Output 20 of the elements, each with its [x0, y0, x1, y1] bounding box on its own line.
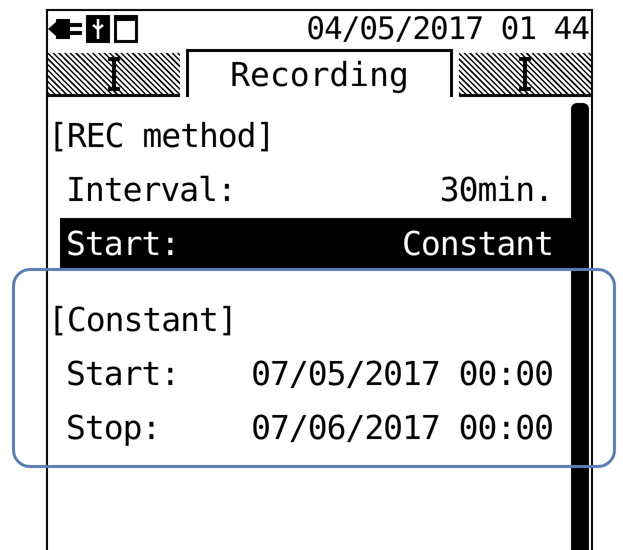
- setting-label: Stop:: [66, 410, 160, 444]
- setting-value: 07/05/2017 00:00: [251, 356, 553, 390]
- setting-value: 30min.: [440, 172, 553, 206]
- usb-icon: [86, 15, 110, 43]
- tab[interactable]: [459, 53, 591, 97]
- section-title: [REC method]: [48, 114, 276, 156]
- scrollbar[interactable]: [571, 103, 589, 550]
- setting-label: Start:: [66, 356, 180, 390]
- memory-card-icon: [114, 15, 138, 43]
- date-time: 04/05/2017 01 44: [306, 14, 589, 44]
- marker-icon: [108, 56, 120, 90]
- setting-value: Constant: [402, 226, 553, 260]
- setting-value: 07/06/2017 00:00: [251, 410, 553, 444]
- setting-label: Start:: [66, 226, 180, 260]
- marker-icon: [519, 56, 531, 90]
- section-title: [Constant]: [48, 298, 238, 340]
- setting-label: Interval:: [66, 172, 236, 206]
- setting-row[interactable]: Start: Constant: [60, 218, 571, 268]
- tab[interactable]: Recording: [186, 49, 453, 97]
- tab[interactable]: [48, 53, 180, 97]
